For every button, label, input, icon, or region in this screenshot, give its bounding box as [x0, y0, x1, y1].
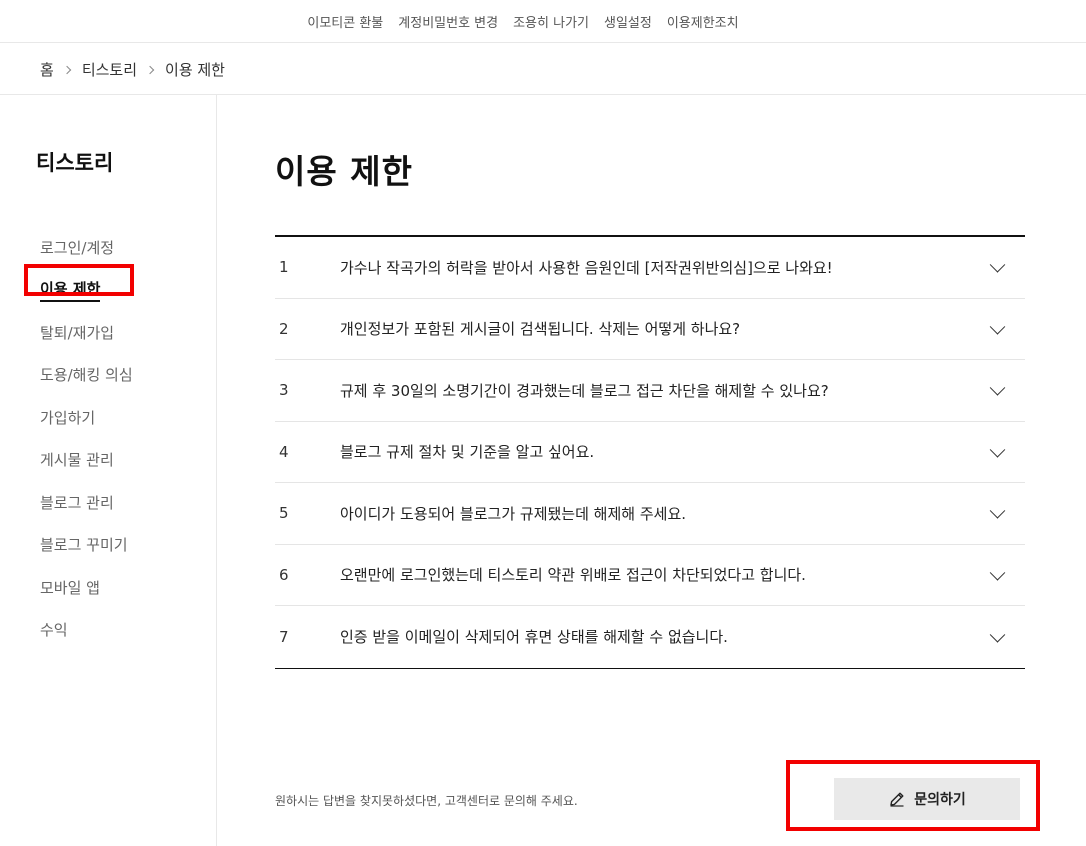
sidebar-item[interactable]: 로그인/계정: [0, 226, 217, 269]
sidebar-nav: 로그인/계정이용 제한탈퇴/재가입도용/해킹 의심가입하기게시물 관리블로그 관…: [0, 226, 217, 651]
faq-item[interactable]: 6 오랜만에 로그인했는데 티스토리 약관 위배로 접근이 차단되었다고 합니다.: [275, 545, 1025, 606]
faq-question: 아이디가 도용되어 블로그가 규제됐는데 해제해 주세요.: [340, 504, 687, 523]
breadcrumb-current: 이용 제한: [165, 60, 225, 79]
faq-item[interactable]: 7 인증 받을 이메일이 삭제되어 휴면 상태를 해제할 수 없습니다.: [275, 606, 1025, 668]
breadcrumb-section[interactable]: 티스토리: [82, 59, 137, 80]
faq-item[interactable]: 4 블로그 규제 절차 및 기준을 알고 싶어요.: [275, 422, 1025, 483]
faq-item[interactable]: 5 아이디가 도용되어 블로그가 규제됐는데 해제해 주세요.: [275, 483, 1025, 545]
top-link-usage-restriction[interactable]: 이용제한조치: [667, 12, 739, 31]
faq-question: 개인정보가 포함된 게시글이 검색됩니다. 삭제는 어떻게 하나요?: [340, 320, 741, 339]
faq-question: 가수나 작곡가의 허락을 받아서 사용한 음원인데 [저작권위반의심]으로 나와…: [340, 258, 833, 277]
faq-item[interactable]: 1 가수나 작곡가의 허락을 받아서 사용한 음원인데 [저작권위반의심]으로 나…: [275, 237, 1025, 299]
sidebar-item-label: 수익: [40, 621, 68, 640]
top-links: 이모티콘 환불 계정비밀번호 변경 조용히 나가기 생일설정 이용제한조치: [0, 0, 1086, 43]
pencil-icon: [888, 790, 906, 808]
top-link-password-change[interactable]: 계정비밀번호 변경: [398, 12, 498, 31]
sidebar-item[interactable]: 탈퇴/재가입: [0, 311, 217, 354]
sidebar-item-label: 로그인/계정: [40, 238, 115, 257]
faq-number: 1: [279, 258, 289, 277]
faq-number: 4: [279, 442, 289, 461]
sidebar-item-label: 모바일 앱: [40, 578, 100, 597]
sidebar-item-label: 가입하기: [40, 408, 96, 427]
faq-question: 규제 후 30일의 소명기간이 경과했는데 블로그 접근 차단을 해제할 수 있…: [340, 381, 829, 400]
chevron-right-icon: [145, 65, 155, 75]
sidebar-item-label: 블로그 관리: [40, 493, 114, 512]
faq-list: 1 가수나 작곡가의 허락을 받아서 사용한 음원인데 [저작권위반의심]으로 나…: [275, 235, 1025, 669]
sidebar-item[interactable]: 이용 제한: [0, 269, 217, 312]
page-title: 이용 제한: [275, 152, 413, 191]
help-text: 원하시는 답변을 찾지못하셨다면, 고객센터로 문의해 주세요.: [275, 794, 578, 808]
faq-number: 7: [279, 627, 289, 646]
sidebar-item-label: 도용/해킹 의심: [40, 366, 133, 385]
sidebar-item-label: 게시물 관리: [40, 451, 114, 470]
sidebar-item[interactable]: 블로그 꾸미기: [0, 524, 217, 567]
inquiry-button[interactable]: 문의하기: [834, 778, 1020, 820]
chevron-right-icon: [62, 65, 72, 75]
sidebar-item[interactable]: 게시물 관리: [0, 439, 217, 482]
faq-item[interactable]: 2 개인정보가 포함된 게시글이 검색됩니다. 삭제는 어떻게 하나요?: [275, 299, 1025, 360]
sidebar-item[interactable]: 가입하기: [0, 396, 217, 439]
faq-number: 5: [279, 504, 289, 523]
sidebar-item-label: 블로그 꾸미기: [40, 536, 128, 555]
faq-question: 인증 받을 이메일이 삭제되어 휴면 상태를 해제할 수 없습니다.: [340, 628, 728, 647]
top-link-emoticon-refund[interactable]: 이모티콘 환불: [307, 12, 383, 31]
sidebar-item[interactable]: 모바일 앱: [0, 566, 217, 609]
faq-question: 오랜만에 로그인했는데 티스토리 약관 위배로 접근이 차단되었다고 합니다.: [340, 566, 806, 585]
inquiry-button-label: 문의하기: [914, 792, 966, 808]
sidebar: 티스토리 로그인/계정이용 제한탈퇴/재가입도용/해킹 의심가입하기게시물 관리…: [0, 95, 217, 846]
sidebar-item[interactable]: 블로그 관리: [0, 481, 217, 524]
faq-item[interactable]: 3 규제 후 30일의 소명기간이 경과했는데 블로그 접근 차단을 해제할 수 …: [275, 360, 1025, 422]
sidebar-item[interactable]: 도용/해킹 의심: [0, 354, 217, 397]
top-link-quiet-leave[interactable]: 조용히 나가기: [513, 12, 589, 31]
faq-number: 6: [279, 565, 289, 584]
breadcrumb: 홈 티스토리 이용 제한: [0, 44, 1086, 95]
sidebar-item-label: 탈퇴/재가입: [40, 323, 115, 342]
sidebar-item[interactable]: 수익: [0, 609, 217, 652]
faq-number: 2: [279, 319, 289, 338]
sidebar-title: 티스토리: [36, 151, 114, 175]
faq-number: 3: [279, 381, 289, 400]
top-link-birthday-settings[interactable]: 생일설정: [604, 12, 652, 31]
breadcrumb-home[interactable]: 홈: [40, 59, 54, 80]
sidebar-item-label: 이용 제한: [40, 278, 101, 302]
faq-question: 블로그 규제 절차 및 기준을 알고 싶어요.: [340, 443, 595, 462]
main-content: 이용 제한 1 가수나 작곡가의 허락을 받아서 사용한 음원인데 [저작권위반의…: [217, 95, 1086, 846]
